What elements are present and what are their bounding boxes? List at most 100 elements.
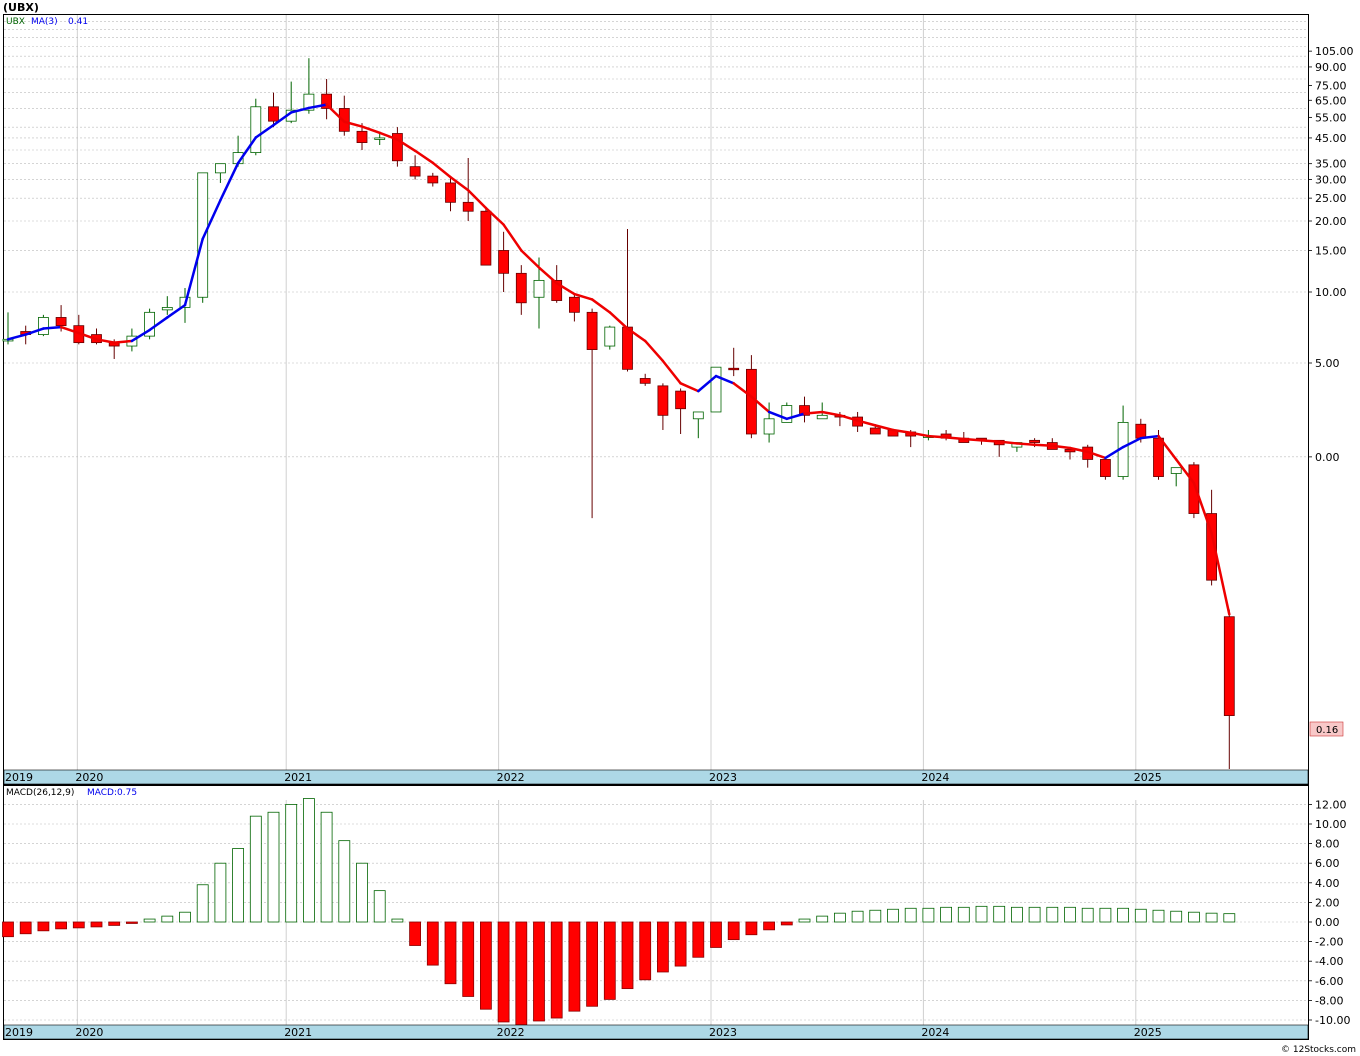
price-y-tick-label: 35.00 bbox=[1315, 158, 1347, 171]
macd-bar bbox=[727, 921, 740, 941]
macd-bar bbox=[196, 884, 209, 923]
macd-bar bbox=[957, 906, 970, 923]
candle-body bbox=[409, 166, 421, 177]
macd-bar bbox=[90, 921, 103, 928]
candle-body bbox=[445, 182, 456, 203]
candle bbox=[604, 325, 616, 350]
price-y-tick-label: 15.00 bbox=[1315, 244, 1347, 257]
candle-body bbox=[427, 175, 439, 184]
macd-x-axis-band bbox=[3, 1024, 1309, 1040]
last-price-label: 0.16 bbox=[1316, 725, 1338, 736]
macd-x-year-label: 2021 bbox=[284, 1026, 312, 1039]
price-y-tick-label: 0.00 bbox=[1315, 451, 1340, 464]
macd-bar bbox=[533, 921, 545, 1022]
macd-bar bbox=[993, 905, 1006, 923]
macd-bar bbox=[887, 908, 899, 923]
macd-bar bbox=[674, 921, 687, 967]
macd-y-tick-label: 0.00 bbox=[1315, 916, 1340, 929]
macd-bar bbox=[603, 921, 616, 1000]
macd-bar bbox=[763, 921, 775, 931]
candle-body bbox=[1100, 459, 1111, 477]
candle-body bbox=[569, 296, 580, 313]
candle-body bbox=[480, 210, 492, 266]
macd-y-axis-labels: 12.00 10.00 8.00 6.00 4.00 2.00 0.00 -2.00 -4.00… bbox=[1308, 798, 1350, 1027]
macd-bar bbox=[940, 906, 952, 923]
macd-bar bbox=[568, 921, 581, 1012]
macd-bar bbox=[1134, 908, 1147, 923]
macd-bar bbox=[1170, 910, 1183, 923]
candle-body bbox=[374, 137, 386, 140]
macd-bar bbox=[1011, 906, 1023, 923]
candle-body bbox=[38, 317, 49, 335]
candle-body bbox=[710, 366, 722, 413]
macd-x-year-label: 2024 bbox=[921, 1026, 949, 1039]
candle-body bbox=[515, 272, 527, 304]
macd-bar bbox=[444, 921, 457, 985]
ma-segment bbox=[962, 437, 983, 442]
candle-body bbox=[586, 311, 598, 350]
candle-body bbox=[55, 317, 67, 327]
macd-bar bbox=[497, 921, 510, 1023]
price-x-year-label: 2019 bbox=[5, 771, 33, 784]
macd-bar bbox=[515, 921, 528, 1026]
candle-body bbox=[728, 367, 740, 371]
macd-bar bbox=[975, 905, 988, 923]
price-y-tick-label: 105.00 bbox=[1315, 45, 1354, 58]
candle-body bbox=[675, 390, 686, 410]
macd-y-tick-label: 10.00 bbox=[1315, 818, 1347, 831]
chart-title: (UBX) bbox=[3, 1, 39, 14]
ma-segment bbox=[112, 339, 134, 344]
macd-bar bbox=[816, 915, 829, 923]
macd-bar bbox=[391, 918, 404, 923]
macd-y-tick-label: -6.00 bbox=[1315, 975, 1343, 988]
macd-bar bbox=[320, 811, 333, 923]
macd-bar bbox=[904, 907, 917, 923]
chart-root: 2019 2020 2021 2022 2023 2024 2025 2019 2020 202… bbox=[2, 1, 1356, 1055]
macd-y-tick-label: -10.00 bbox=[1315, 1014, 1350, 1027]
price-legend-symbol: UBX bbox=[6, 17, 25, 27]
candle-body bbox=[657, 385, 669, 416]
macd-bar bbox=[108, 921, 121, 926]
macd-bar bbox=[1223, 913, 1236, 923]
candle-body bbox=[639, 378, 651, 384]
macd-bar bbox=[55, 921, 67, 930]
candle bbox=[144, 308, 156, 340]
macd-bar bbox=[214, 862, 227, 923]
macd-bar bbox=[550, 921, 563, 1019]
footer-credit: © 12Stocks.com bbox=[1281, 1045, 1356, 1055]
price-legend-ma-label: MA(3) bbox=[31, 17, 58, 27]
ma-segment bbox=[1033, 443, 1054, 447]
macd-y-tick-label: 6.00 bbox=[1315, 857, 1340, 870]
ma-segment bbox=[1015, 442, 1036, 447]
macd-x-year-label: 2019 bbox=[5, 1026, 33, 1039]
price-y-tick-label: 5.00 bbox=[1315, 357, 1340, 370]
candle-body bbox=[197, 172, 209, 298]
macd-bar bbox=[126, 921, 138, 924]
macd-bar bbox=[267, 811, 280, 923]
candle-body bbox=[1029, 439, 1040, 443]
price-y-tick-label: 75.00 bbox=[1315, 80, 1347, 93]
macd-bar bbox=[798, 918, 811, 923]
macd-bar bbox=[869, 909, 882, 923]
macd-bar bbox=[1081, 907, 1094, 923]
macd-bar bbox=[285, 804, 298, 923]
price-y-tick-label: 55.00 bbox=[1315, 111, 1347, 124]
macd-bar bbox=[373, 890, 386, 923]
macd-bar bbox=[338, 840, 351, 923]
macd-bar bbox=[143, 918, 156, 923]
ma-segment bbox=[42, 325, 63, 330]
macd-y-tick-label: -4.00 bbox=[1315, 955, 1343, 968]
macd-bar bbox=[745, 921, 758, 936]
macd-legend-value: MACD:0.75 bbox=[87, 788, 137, 798]
macd-y-tick-label: 8.00 bbox=[1315, 838, 1340, 851]
candle-body bbox=[816, 414, 828, 420]
candle-body bbox=[622, 326, 633, 370]
macd-bar bbox=[621, 921, 634, 990]
price-panel-frame bbox=[3, 14, 1309, 785]
macd-y-tick-label: 12.00 bbox=[1315, 798, 1347, 811]
price-y-tick-label: 20.00 bbox=[1315, 215, 1347, 228]
candle bbox=[710, 366, 722, 413]
macd-bar bbox=[657, 921, 669, 973]
macd-bar bbox=[1117, 907, 1129, 923]
candle-body bbox=[1223, 616, 1235, 716]
